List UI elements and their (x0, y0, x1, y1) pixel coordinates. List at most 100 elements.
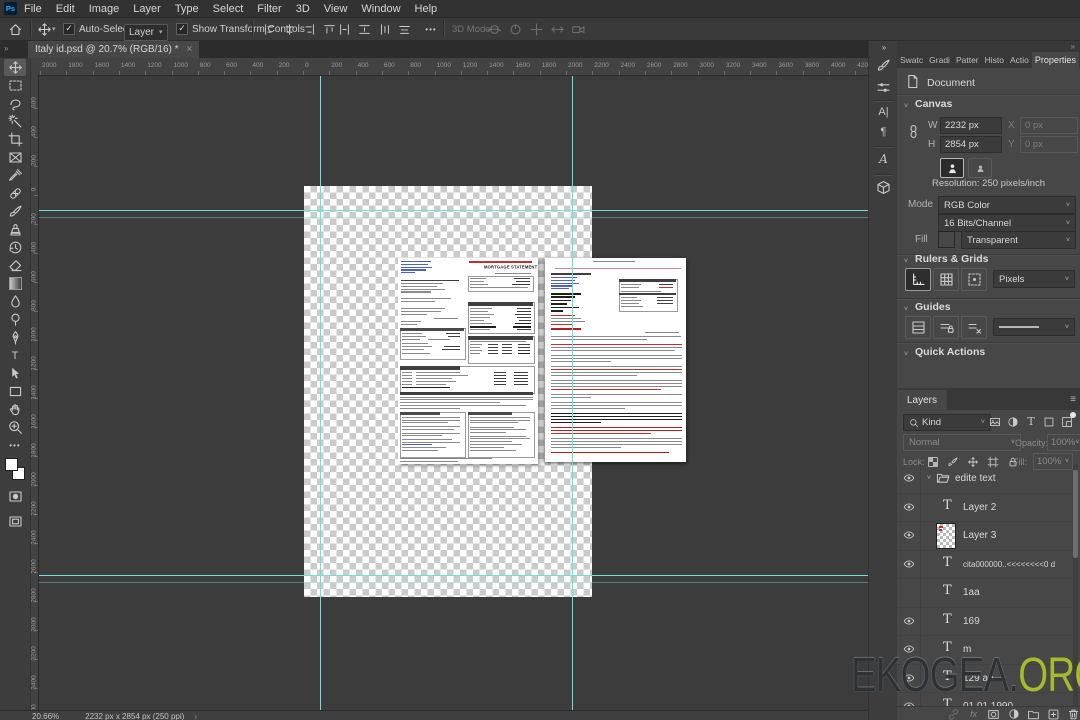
link-layers-icon[interactable] (947, 708, 960, 720)
close-icon[interactable]: × (187, 44, 193, 55)
auto-select-checkbox[interactable]: ✓ (63, 23, 75, 35)
zoom-tool[interactable] (4, 419, 26, 436)
tab-gradi[interactable]: Gradi (926, 52, 953, 68)
quick-selection-tool[interactable] (4, 113, 26, 130)
edit-toolbar-icon[interactable]: ••• (4, 437, 26, 454)
layer-visibility-eye-icon[interactable] (897, 549, 921, 578)
filter-pixel-layers-icon[interactable] (987, 414, 1003, 429)
screen-mode-icon[interactable] (4, 513, 26, 530)
tab-swatc[interactable]: Swatc (897, 52, 926, 68)
layer-mask-icon[interactable] (987, 708, 1000, 720)
paragraph-panel-icon[interactable]: ¶ (869, 126, 898, 138)
crop-tool[interactable] (4, 131, 26, 148)
layer-effects-icon[interactable]: fx (967, 708, 980, 720)
horizontal-ruler[interactable]: 2000 1800 1600 1400 1200 1000 800 600 400 200 0 200… (38, 58, 868, 76)
layer-row-4[interactable]: T 1aa (897, 578, 1080, 608)
filter-adjustment-layers-icon[interactable] (1005, 414, 1021, 429)
layer-visibility-eye-icon[interactable] (897, 521, 921, 550)
foreground-color-swatch[interactable] (5, 458, 18, 471)
chevron-down-icon[interactable]: ▾ (52, 25, 56, 33)
menu-item-type[interactable]: Type (168, 1, 206, 17)
menu-item-view[interactable]: View (317, 1, 355, 17)
guide-horizontal-bottom[interactable] (38, 575, 868, 576)
new-group-icon[interactable] (1027, 708, 1040, 720)
quick-actions-chevron[interactable]: ˅ (904, 351, 908, 358)
guides-header[interactable]: Guides (915, 301, 951, 313)
quick-actions-header[interactable]: Quick Actions (915, 346, 985, 358)
tab-actio[interactable]: Actio (1007, 52, 1032, 68)
lasso-tool[interactable] (4, 95, 26, 112)
guide-horizontal-top[interactable] (38, 210, 868, 211)
layer-filter-select[interactable]: Kind ˅ (903, 414, 991, 431)
shape-tool[interactable] (4, 383, 26, 400)
layer-row-5[interactable]: T 169 (897, 606, 1080, 636)
collapse-panels-icon[interactable]: » (869, 43, 898, 52)
menu-item-help[interactable]: Help (408, 1, 445, 17)
path-selection-tool[interactable] (4, 365, 26, 382)
more-options-icon[interactable]: ••• (420, 21, 442, 38)
height-field[interactable]: 2854 px (940, 136, 1002, 153)
layer-visibility-eye-icon[interactable] (897, 492, 921, 521)
show-transform-checkbox[interactable]: ✓ (176, 23, 188, 35)
layer-name[interactable]: cita000000..<<<<<<<<0 d (963, 560, 1055, 569)
clear-guides-button[interactable] (961, 316, 987, 339)
canvas-section-header[interactable]: Canvas (915, 98, 952, 110)
layer-name[interactable]: Layer 2 (963, 502, 996, 513)
toggle-snap-button[interactable] (961, 268, 987, 291)
layer-row-3[interactable]: Tcita000000..<<<<<<<<0 d (897, 549, 1080, 579)
layer-row-2[interactable]: Layer 3 (897, 521, 1080, 551)
rulers-grids-header[interactable]: Rulers & Grids (915, 253, 989, 265)
layer-visibility-eye-icon[interactable] (897, 606, 921, 635)
character-panel-icon[interactable]: A| (869, 106, 898, 118)
dodge-tool[interactable] (4, 311, 26, 328)
layer-name[interactable]: 1aa (963, 587, 980, 598)
menu-item-window[interactable]: Window (354, 1, 407, 17)
menu-item-filter[interactable]: Filter (250, 1, 288, 17)
orientation-portrait-button[interactable] (940, 158, 964, 178)
filter-type-layers-icon[interactable]: T (1023, 414, 1039, 429)
hand-tool[interactable] (4, 401, 26, 418)
rulers-grids-chevron[interactable]: ˅ (904, 258, 908, 265)
mode-select[interactable]: RGB Color ˅ (938, 196, 1076, 214)
type-tool[interactable]: T (4, 347, 26, 364)
guide-horizontal-bottom-2[interactable] (38, 582, 868, 583)
orientation-landscape-button[interactable] (968, 158, 992, 178)
zoom-level[interactable]: 20.66% (32, 712, 59, 720)
status-chevron-icon[interactable]: › (194, 712, 197, 720)
layers-menu-icon[interactable]: ≡ (1070, 394, 1076, 405)
brush-settings-panel-icon[interactable] (869, 58, 898, 78)
auto-select-target-dropdown[interactable]: Layer ▾ (124, 23, 168, 41)
layer-row-1[interactable]: T Layer 2 (897, 492, 1080, 522)
tab-layers[interactable]: Layers (897, 390, 948, 410)
letter-page-thumbnail[interactable] (545, 258, 686, 462)
toggle-grid-button[interactable] (933, 268, 959, 291)
pen-tool[interactable] (4, 329, 26, 346)
layer-name[interactable]: edite text (955, 473, 996, 484)
menu-item-image[interactable]: Image (82, 1, 127, 17)
3d-slide-icon[interactable] (550, 22, 565, 37)
toggle-guides-button[interactable] (905, 316, 931, 339)
brushes-panel-icon[interactable] (869, 80, 898, 100)
bit-depth-select[interactable]: 16 Bits/Channel ˅ (938, 214, 1076, 232)
move-tool[interactable] (4, 59, 26, 76)
history-brush-tool[interactable] (4, 239, 26, 256)
menu-item-3d[interactable]: 3D (289, 1, 317, 17)
mortgage-statement-thumbnail[interactable]: MORTGAGE STATEMENT (398, 258, 538, 464)
clone-stamp-tool[interactable] (4, 221, 26, 238)
color-swatches[interactable] (5, 458, 25, 480)
layer-name[interactable]: 169 (963, 616, 980, 627)
layer-thumbnail[interactable] (936, 523, 956, 549)
distribute-horizontal-icon[interactable] (337, 22, 352, 37)
canvas-section-chevron[interactable]: ˅ (904, 103, 908, 110)
3d-panel-icon[interactable] (869, 180, 898, 200)
menu-item-edit[interactable]: Edit (49, 1, 82, 17)
collapse-tabs-icon[interactable]: » (4, 44, 9, 53)
menu-item-select[interactable]: Select (206, 1, 251, 17)
filter-shape-layers-icon[interactable] (1041, 414, 1057, 429)
layer-row-0[interactable]: ˅ edite text (897, 464, 1080, 494)
layer-visibility-eye-icon[interactable] (897, 464, 921, 493)
link-dimensions-icon[interactable] (906, 124, 921, 144)
vertical-ruler[interactable]: 600 400 200 0 200 400 600 800 1000 1200 1400 1600 18… (30, 75, 39, 710)
quick-mask-icon[interactable] (4, 488, 26, 505)
healing-brush-tool[interactable] (4, 185, 26, 202)
